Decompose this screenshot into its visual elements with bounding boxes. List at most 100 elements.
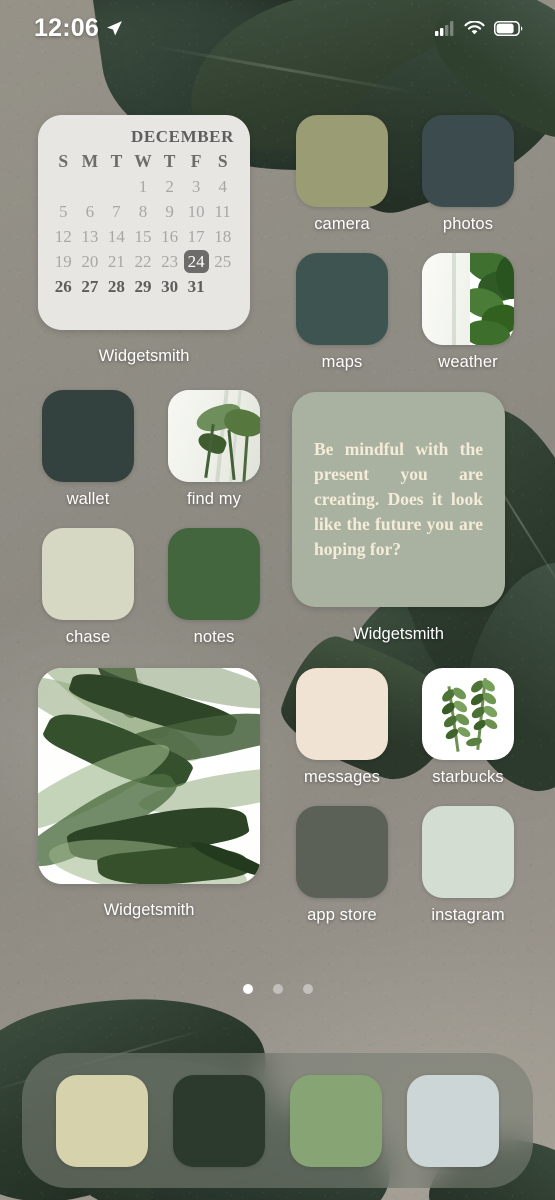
calendar-day-cell[interactable]: 16 [156, 224, 183, 249]
calendar-day-header: T [110, 151, 123, 171]
app-row-6: app store instagram [292, 806, 518, 925]
app-find-my[interactable]: find my [164, 390, 264, 509]
calendar-day-cell[interactable]: 23 [156, 249, 183, 274]
app-row-2: maps weather [292, 253, 518, 372]
calendar-day-cell[interactable]: 25 [209, 249, 236, 274]
app-messages[interactable]: messages [292, 668, 392, 787]
dock-icon-1[interactable] [56, 1074, 149, 1167]
app-photos[interactable]: photos [418, 115, 518, 234]
status-indicators [435, 20, 523, 36]
app-maps[interactable]: maps [292, 253, 392, 372]
calendar-day-cell[interactable]: 21 [103, 249, 130, 274]
dock-icon-3[interactable] [289, 1074, 382, 1167]
starbucks-app-icon[interactable] [422, 668, 514, 760]
calendar-day-cell[interactable]: 6 [77, 199, 104, 224]
calendar-day-cell[interactable]: 7 [103, 199, 130, 224]
calendar-day-cell[interactable]: 20 [77, 249, 104, 274]
quote-widget-label: Widgetsmith [353, 625, 444, 643]
quote-widget[interactable]: Be mindful with the present you are crea… [292, 392, 505, 607]
page-dot[interactable] [272, 984, 283, 994]
page-dot[interactable] [242, 984, 253, 994]
cellular-signal-icon [435, 20, 454, 36]
weather-photo [422, 253, 514, 345]
app-label: instagram [431, 906, 505, 924]
app-instagram[interactable]: instagram [418, 806, 518, 925]
calendar-day-cell[interactable]: 18 [209, 224, 236, 249]
calendar-month-label: DECEMBER [130, 127, 234, 146]
calendar-day-cell[interactable]: 2 [156, 174, 183, 199]
dock-icon-2[interactable] [173, 1074, 266, 1167]
calendar-day-cell[interactable]: 12 [50, 224, 77, 249]
calendar-day-cell[interactable]: 15 [130, 224, 157, 249]
calendar-day-cell[interactable]: 26 [50, 274, 77, 299]
dock-icon-4[interactable] [406, 1074, 499, 1167]
app-app-store[interactable]: app store [292, 806, 392, 925]
calendar-day-cell[interactable]: 9 [156, 199, 183, 224]
calendar-day-cell[interactable]: 27 [77, 274, 104, 299]
battery-icon [494, 20, 523, 36]
chase-app-icon[interactable] [42, 528, 134, 620]
app-label: photos [442, 215, 494, 233]
app-label: starbucks [432, 768, 504, 786]
app-chase[interactable]: chase [38, 528, 138, 647]
app-label: app store [307, 906, 377, 924]
notes-app-icon[interactable] [168, 528, 260, 620]
status-time-group: 12:06 [34, 14, 123, 43]
app-weather[interactable]: weather [418, 253, 518, 372]
camera-app-icon[interactable] [296, 115, 388, 207]
app-label: messages [303, 768, 380, 786]
wallet-app-icon[interactable] [42, 390, 134, 482]
app-label: maps [321, 353, 363, 371]
calendar-day-cell[interactable]: 29 [130, 274, 157, 299]
page-dot[interactable] [302, 984, 313, 994]
instagram-app-icon[interactable] [422, 806, 514, 898]
page-indicator[interactable] [0, 984, 555, 994]
calendar-day-cell[interactable]: 8 [130, 199, 157, 224]
calendar-day-cell[interactable]: 28 [103, 274, 130, 299]
app-row-4: chase notes [38, 528, 264, 647]
calendar-day-header: S [217, 151, 228, 171]
weather-app-icon[interactable] [422, 253, 514, 345]
app-camera[interactable]: camera [292, 115, 392, 234]
app-row-5: messages starbucks [292, 668, 518, 787]
calendar-day-cell[interactable]: 1 [130, 174, 157, 199]
calendar-widget[interactable]: DECEMBER S M T W T F S 1 2 3 4 5 6 7 8 9 10 11 12 13 14 15 16 1… [38, 115, 250, 330]
maps-app-icon[interactable] [296, 253, 388, 345]
calendar-day-header: T [163, 151, 176, 171]
photo-widget[interactable] [38, 668, 260, 884]
calendar-day-cell[interactable]: 3 [183, 174, 210, 199]
app-starbucks[interactable]: starbucks [418, 668, 518, 787]
calendar-day-cell[interactable]: 14 [103, 224, 130, 249]
calendar-blank-cell [50, 174, 77, 199]
find-my-app-icon[interactable] [168, 390, 260, 482]
photos-app-icon[interactable] [422, 115, 514, 207]
app-label: chase [65, 628, 111, 646]
calendar-day-header: S [58, 151, 69, 171]
app-label: find my [187, 490, 241, 508]
calendar-day-cell[interactable]: 17 [183, 224, 210, 249]
app-label: camera [314, 215, 370, 233]
calendar-day-cell[interactable]: 22 [130, 249, 157, 274]
calendar-day-cell[interactable]: 30 [156, 274, 183, 299]
calendar-day-header: M [81, 151, 99, 171]
app-store-app-icon[interactable] [296, 806, 388, 898]
app-wallet[interactable]: wallet [38, 390, 138, 509]
find-my-photo [168, 390, 260, 482]
calendar-widget-label: Widgetsmith [98, 347, 190, 365]
photo-widget-label: Widgetsmith [103, 901, 195, 919]
app-row-3: wallet find my [38, 390, 264, 509]
calendar-day-cell[interactable]: 11 [209, 199, 236, 224]
calendar-day-cell[interactable]: 4 [209, 174, 236, 199]
calendar-today-cell[interactable]: 24 [183, 249, 210, 274]
calendar-day-cell[interactable]: 19 [50, 249, 77, 274]
wifi-icon [464, 20, 485, 34]
app-notes[interactable]: notes [164, 528, 264, 647]
calendar-day-cell[interactable]: 10 [183, 199, 210, 224]
app-label: notes [193, 628, 235, 646]
app-label: weather [438, 353, 498, 371]
messages-app-icon[interactable] [296, 668, 388, 760]
calendar-day-cell[interactable]: 5 [50, 199, 77, 224]
location-arrow-icon [107, 20, 122, 36]
calendar-day-cell[interactable]: 31 [183, 274, 210, 299]
calendar-day-cell[interactable]: 13 [77, 224, 104, 249]
